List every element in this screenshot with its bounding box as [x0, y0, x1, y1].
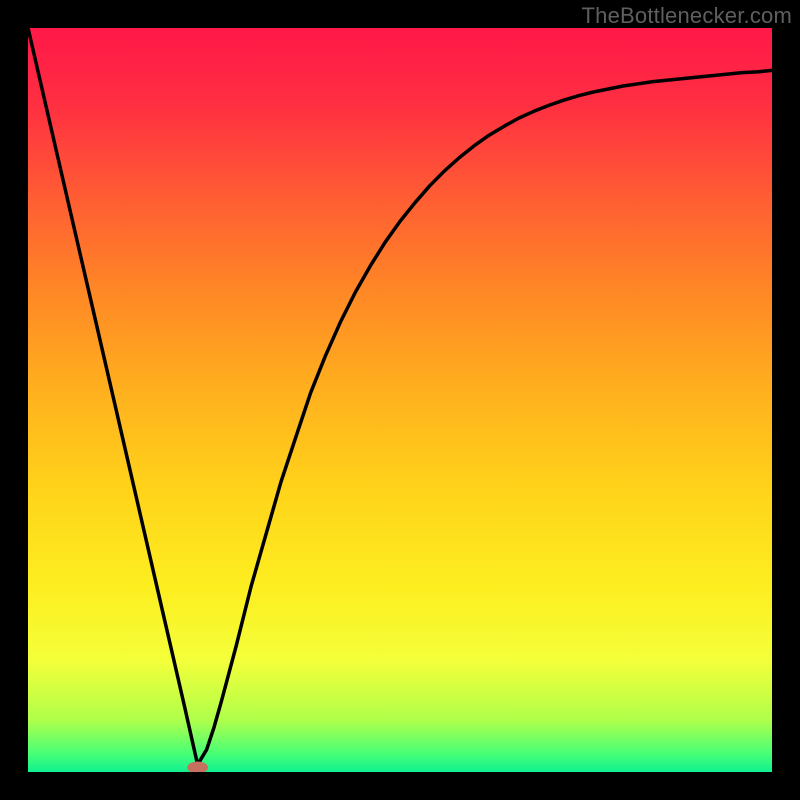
chart-frame [28, 28, 772, 772]
bottleneck-chart [28, 28, 772, 772]
watermark-text: TheBottlenecker.com [582, 3, 792, 29]
gradient-background [28, 28, 772, 772]
